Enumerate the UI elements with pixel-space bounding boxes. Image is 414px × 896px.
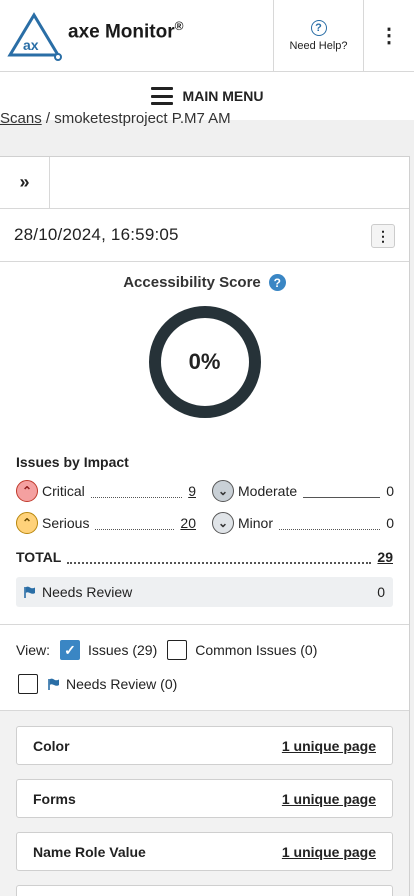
critical-count-link[interactable]: 9 — [188, 483, 196, 499]
group-name: Forms — [33, 790, 76, 807]
double-chevron-right-icon: » — [19, 172, 30, 192]
needs-review-count: 0 — [377, 584, 385, 600]
main-menu-label: MAIN MENU — [182, 88, 264, 104]
impact-serious: ⌃ Serious 20 — [16, 512, 196, 534]
brand-name: axe Monitor® — [68, 19, 184, 43]
group-pages-link[interactable]: 1 unique page — [282, 738, 376, 754]
expand-panel-button[interactable]: » — [0, 157, 50, 208]
group-pages-link[interactable]: 1 unique page — [282, 844, 376, 860]
moderate-chevron-down-icon: ⌄ — [212, 480, 234, 502]
breadcrumb: Scans / smoketestproject P.M7 AM — [0, 110, 231, 127]
impact-summary: ⌃ Critical 9 ⌄ Moderate 0 ⌃ Serious 20 ⌄… — [0, 480, 409, 546]
issue-group-row[interactable]: Forms 1 unique page — [16, 779, 393, 818]
issue-groups-list: Color 1 unique page Forms 1 unique page … — [0, 710, 409, 896]
flag-icon — [48, 678, 59, 690]
impact-minor: ⌄ Minor 0 — [212, 512, 394, 534]
issue-group-row[interactable]: Name Role Value 1 unique page — [16, 832, 393, 871]
checkmark-icon: ✓ — [64, 641, 76, 658]
impact-critical: ⌃ Critical 9 — [16, 480, 196, 502]
svg-text:ax: ax — [23, 37, 39, 53]
scan-date: 28/10/2024, 16:59:05 — [14, 225, 179, 244]
total-row: TOTAL 29 — [16, 549, 393, 565]
hamburger-icon — [150, 87, 173, 105]
common-issues-checkbox[interactable] — [167, 640, 188, 660]
scan-summary-panel: » 28/10/2024, 16:59:05 ⋮ Accessibility S… — [0, 156, 410, 896]
needs-review-row: Needs Review 0 — [16, 577, 393, 607]
group-name: Color — [33, 737, 70, 754]
minor-chevrons-down-icon: ⌄ — [212, 512, 234, 534]
score-donut: 0% — [148, 306, 261, 418]
breadcrumb-scans-link[interactable]: Scans — [0, 110, 42, 127]
impact-heading: Issues by Impact — [16, 454, 129, 470]
moderate-count: 0 — [386, 483, 394, 499]
question-circle-icon: ? — [310, 19, 327, 36]
breadcrumb-current: smoketestproject P.M7 AM — [54, 110, 231, 127]
scan-date-bar: 28/10/2024, 16:59:05 ⋮ — [0, 209, 409, 262]
issue-group-row[interactable]: Color 1 unique page — [16, 726, 393, 765]
panel-toolbar: » — [0, 157, 409, 209]
serious-count-link[interactable]: 20 — [180, 515, 196, 531]
score-help-icon[interactable]: ? — [268, 274, 286, 291]
group-name: Name Role Value — [33, 843, 146, 860]
issues-checkbox[interactable]: ✓ — [59, 640, 80, 660]
kebab-vertical-icon: ⋮ — [379, 25, 399, 47]
score-heading: Accessibility Score ? — [0, 274, 409, 291]
brand-home-link[interactable]: ax axe Monitor® — [0, 0, 273, 71]
more-options-button[interactable]: ⋮ — [363, 0, 414, 71]
needs-review-checkbox-label: Needs Review (0) — [66, 676, 178, 692]
minor-count: 0 — [386, 515, 394, 531]
serious-chevron-up-icon: ⌃ — [16, 512, 38, 534]
app-header: ax axe Monitor® ? Need Help? ⋮ — [0, 0, 414, 72]
need-help-button[interactable]: ? Need Help? — [273, 0, 363, 71]
total-count-link[interactable]: 29 — [377, 549, 393, 565]
need-help-label: Need Help? — [289, 39, 348, 52]
kebab-vertical-icon: ⋮ — [376, 227, 390, 244]
flag-icon — [24, 586, 35, 598]
view-label: View: — [16, 642, 50, 658]
scan-options-button[interactable]: ⋮ — [371, 224, 395, 248]
score-value: 0% — [188, 349, 221, 374]
needs-review-checkbox[interactable] — [18, 674, 38, 694]
impact-moderate: ⌄ Moderate 0 — [212, 480, 394, 502]
axe-logo-icon: ax — [7, 11, 62, 61]
group-pages-link[interactable]: 1 unique page — [282, 791, 376, 807]
issues-checkbox-label: Issues (29) — [87, 642, 158, 658]
issue-group-row[interactable] — [16, 885, 393, 896]
common-issues-checkbox-label: Common Issues (0) — [195, 642, 318, 658]
view-filters: View: ✓ Issues (29) Common Issues (0) Ne… — [0, 624, 409, 710]
critical-chevrons-up-icon: ⌃ — [16, 480, 38, 502]
score-title: Accessibility Score — [123, 274, 261, 291]
